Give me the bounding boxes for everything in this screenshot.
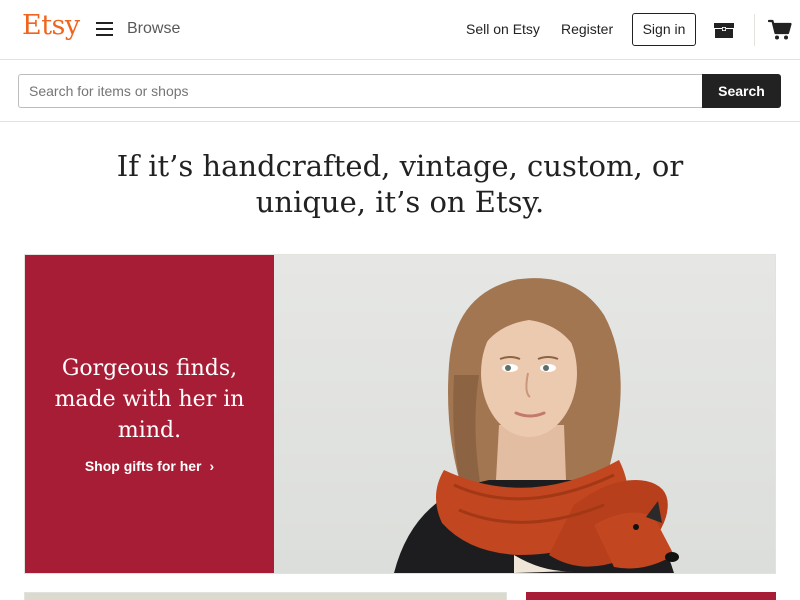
search-button[interactable]: Search: [702, 74, 781, 108]
etsy-logo[interactable]: Etsy: [22, 10, 80, 41]
banner-text-panel: Gorgeous finds, made with her in mind. S…: [25, 255, 274, 573]
category-card-left[interactable]: [24, 592, 507, 600]
cart-icon[interactable]: [767, 19, 792, 41]
tagline-line-1: If it’s handcrafted, vintage, custom, or: [116, 149, 684, 183]
search-bar: Search: [0, 61, 800, 122]
banner-photo-woman-with-fox-scarf: [274, 255, 775, 573]
banner-link-label: Shop gifts for her: [84, 458, 202, 474]
tagline-line-2: unique, it’s on Etsy.: [255, 185, 545, 219]
shop-gifts-for-her-link[interactable]: Shop gifts for her ›: [25, 458, 274, 474]
browse-link[interactable]: Browse: [127, 20, 180, 38]
shop-manager-icon[interactable]: [712, 20, 736, 40]
header-divider: [754, 14, 755, 46]
promo-banner[interactable]: Gorgeous finds, made with her in mind. S…: [24, 254, 776, 574]
chevron-right-icon: ›: [209, 458, 215, 474]
hero-tagline: If it’s handcrafted, vintage, custom, or…: [100, 148, 700, 220]
sign-in-button[interactable]: Sign in: [632, 13, 696, 46]
sell-on-etsy-link[interactable]: Sell on Etsy: [466, 21, 540, 37]
search-input[interactable]: [18, 74, 703, 108]
site-header: Etsy Browse Sell on Etsy Register Sign i…: [0, 0, 800, 60]
banner-headline: Gorgeous finds, made with her in mind.: [54, 356, 245, 443]
category-card-right[interactable]: [526, 592, 776, 600]
register-link[interactable]: Register: [561, 21, 613, 37]
hamburger-menu-icon[interactable]: [96, 22, 113, 36]
